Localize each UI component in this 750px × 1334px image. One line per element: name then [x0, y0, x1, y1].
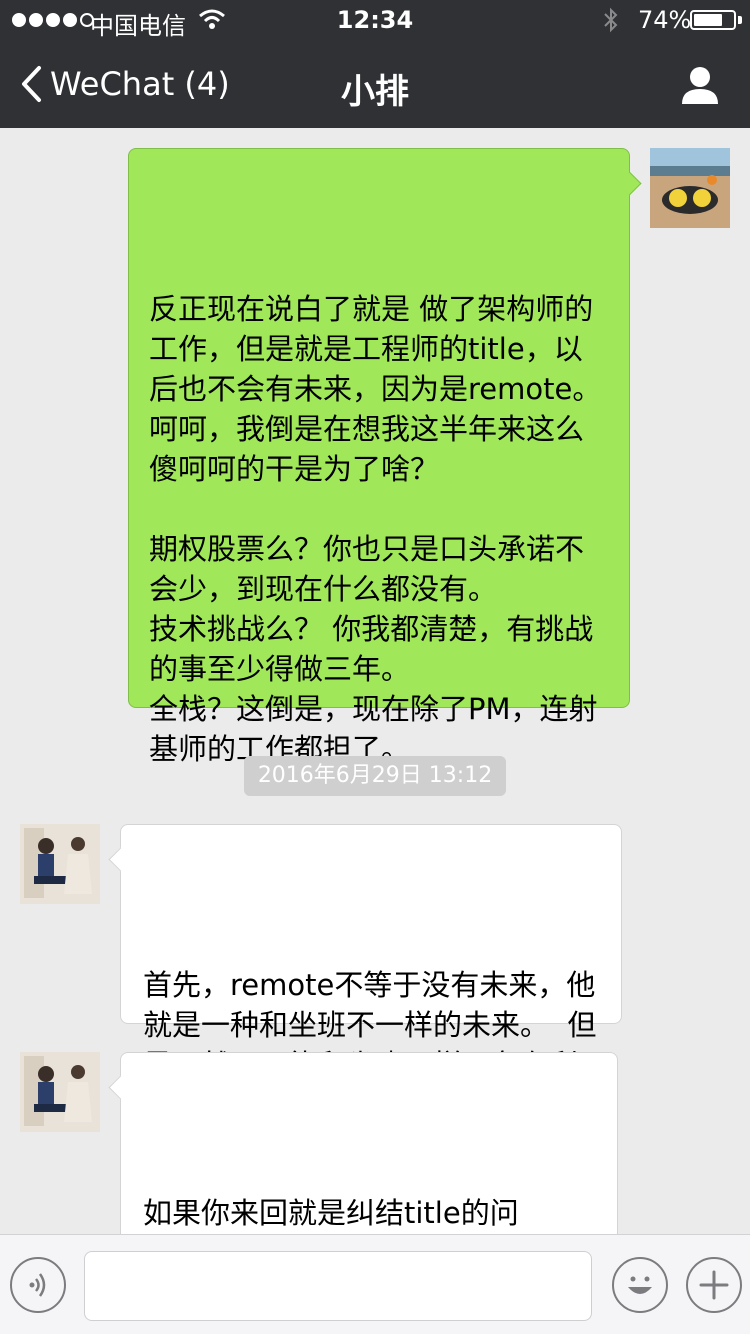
emoji-button[interactable] [612, 1257, 668, 1313]
voice-button[interactable] [10, 1257, 66, 1313]
chat-info-button[interactable] [676, 64, 724, 108]
my-avatar[interactable] [650, 148, 730, 228]
bluetooth-icon [602, 6, 620, 40]
message-bubble-incoming[interactable]: 如果你来回就是纠结title的问题。。。随便你想叫什么，你叫架构师就是架构师，有… [108, 1052, 618, 1234]
message-bubble-incoming[interactable]: 首先，remote不等于没有未来，他就是一种和坐班不一样的未来。 但是显然不可能… [108, 824, 622, 1122]
message-text: 如果你来回就是纠结title的问题。。。随便你想叫什么，你叫架构师就是架构师，有… [143, 1196, 519, 1230]
contact-avatar[interactable] [20, 1052, 100, 1132]
person-icon [676, 67, 724, 112]
battery-icon [690, 10, 736, 30]
battery-level [694, 14, 723, 26]
chat-title: 小排 [341, 72, 409, 112]
battery-percent: 74% [638, 6, 692, 34]
status-bar: 中国电信 12:34 74% [0, 0, 750, 40]
top-bar: 中国电信 12:34 74% WeChat (4) 小排 [0, 0, 750, 128]
input-bar [0, 1234, 750, 1334]
message-input[interactable] [84, 1251, 592, 1321]
message-timestamp: 2016年6月29日 13:12 [244, 756, 506, 796]
contact-avatar[interactable] [20, 824, 100, 904]
chat-area[interactable]: 反正现在说白了就是 做了架构师的工作，但是就是工程师的title，以后也不会有未… [0, 128, 750, 1234]
message-text: 反正现在说白了就是 做了架构师的工作，但是就是工程师的title，以后也不会有未… [149, 292, 602, 766]
message-bubble-outgoing[interactable]: 反正现在说白了就是 做了架构师的工作，但是就是工程师的title，以后也不会有未… [128, 148, 642, 766]
plus-button[interactable] [686, 1257, 742, 1313]
